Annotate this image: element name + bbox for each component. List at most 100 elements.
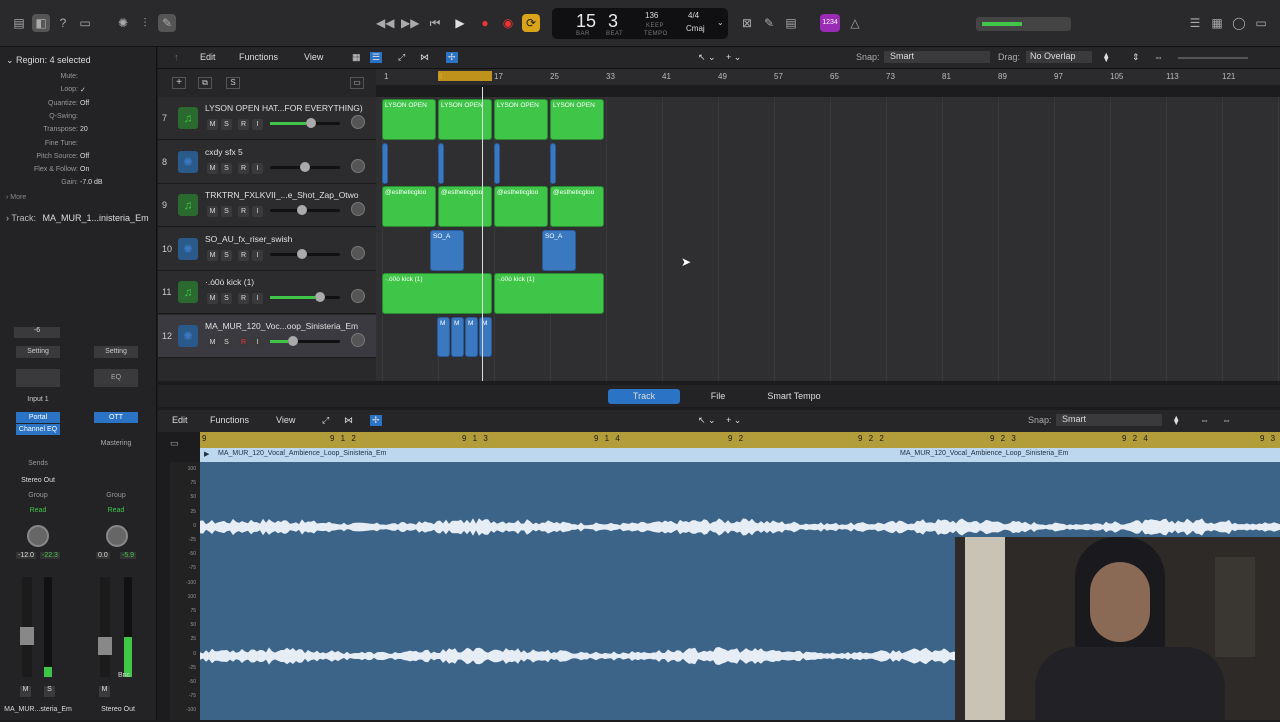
editor-ruler[interactable]: 9 9 1 2 9 1 3 9 1 4 9 2 9 2 2 9 2 3 9 2 4 9 3: [200, 432, 1280, 448]
region-sfx[interactable]: [494, 143, 500, 184]
list-editors-icon[interactable]: ☰: [1186, 14, 1204, 32]
play-icon[interactable]: ▶: [451, 14, 469, 32]
region-hat[interactable]: LYSON OPEN: [438, 99, 492, 140]
setting-button[interactable]: Setting: [16, 346, 60, 358]
output-button[interactable]: Stereo Out: [16, 477, 60, 484]
audio-region-header[interactable]: ▶ MA_MUR_120_Vocal_Ambience_Loop_Siniste…: [200, 448, 1280, 462]
count-in-button[interactable]: 1234: [820, 14, 840, 32]
region-vocal[interactable]: M: [437, 317, 450, 357]
region-hat[interactable]: LYSON OPEN: [494, 99, 548, 140]
midi-track-icon[interactable]: ♫: [178, 107, 198, 129]
play-region-icon[interactable]: ▶: [204, 450, 209, 458]
mute-button[interactable]: M: [207, 249, 218, 261]
record-enable-button[interactable]: R: [238, 293, 249, 304]
mute-button[interactable]: M: [99, 686, 110, 697]
edit-menu[interactable]: Edit: [172, 415, 188, 425]
automation-icon[interactable]: ⤢: [398, 52, 405, 63]
go-to-start-icon[interactable]: ⏮: [426, 14, 444, 32]
mute-button[interactable]: M: [207, 162, 218, 174]
rewind-icon[interactable]: ◀◀: [376, 14, 394, 32]
flex-icon[interactable]: ⋈: [420, 52, 429, 63]
fader-handle[interactable]: [20, 627, 34, 645]
track-header-row[interactable]: 9 ♫ TRKTRN_FXLKVII_...e_Shot_Zap_Otwo M S R I: [158, 184, 376, 227]
pan-knob[interactable]: [27, 525, 49, 547]
horizontal-zoom-icon[interactable]: ⇔: [1200, 415, 1209, 425]
grid-icon[interactable]: ▦: [352, 52, 361, 63]
library-icon[interactable]: ▤: [10, 14, 28, 32]
slider-handle[interactable]: [288, 335, 298, 346]
record-enable-button[interactable]: R: [238, 249, 249, 261]
input-button[interactable]: Input 1: [16, 396, 60, 407]
pan-knob[interactable]: [351, 332, 365, 347]
input-monitor-button[interactable]: I: [252, 249, 263, 261]
snap-select[interactable]: Smart: [1056, 414, 1162, 426]
pan-knob[interactable]: [351, 158, 365, 173]
pan-knob[interactable]: [351, 289, 365, 303]
region-hat[interactable]: LYSON OPEN: [550, 99, 604, 140]
automation-icon[interactable]: ⤢: [322, 415, 329, 426]
track-volume-slider[interactable]: [270, 248, 340, 259]
solo-button[interactable]: S: [221, 206, 232, 217]
chevron-down-icon[interactable]: ⌄: [717, 18, 724, 27]
metronome-pen-icon[interactable]: ✎: [760, 14, 778, 32]
solo-button[interactable]: S: [44, 686, 55, 697]
region-kick[interactable]: ·.ȯ0ȯ kick (1): [382, 273, 492, 314]
track-name[interactable]: SO_AU_fx_riser_swish: [205, 234, 292, 244]
list-view-icon[interactable]: ☰: [370, 52, 383, 63]
region-riser[interactable]: SO_A: [542, 230, 576, 271]
editor-view-icon[interactable]: ▭: [170, 438, 190, 452]
track-volume-slider[interactable]: [270, 335, 340, 346]
more-toggle[interactable]: › More: [6, 194, 26, 201]
automation-read-button[interactable]: Read: [94, 507, 138, 514]
global-tracks-icon[interactable]: ▭: [350, 77, 364, 89]
track-name[interactable]: MA_MUR_120_Voc...oop_Sinisteria_Em: [205, 321, 358, 331]
record-icon[interactable]: ●: [476, 14, 494, 32]
group-button[interactable]: Group: [94, 492, 138, 499]
smart-controls-icon[interactable]: ✺: [114, 14, 132, 32]
record-enable-button[interactable]: R: [238, 162, 249, 174]
waveform-zoom-icon[interactable]: ⧫: [1174, 415, 1178, 426]
pan-knob[interactable]: [351, 115, 365, 129]
notepad-icon[interactable]: ▦: [1208, 14, 1226, 32]
track-header[interactable]: › Track: MA_MUR_1...inisteria_Em: [6, 213, 149, 223]
track-name[interactable]: TRKTRN_FXLKVII_...e_Shot_Zap_Otwo: [205, 190, 359, 200]
tab-smart-tempo[interactable]: Smart Tempo: [758, 389, 830, 404]
input-monitor-button[interactable]: I: [252, 336, 263, 348]
slider-handle[interactable]: [306, 118, 316, 128]
track-header-row[interactable]: 12 ✺ MA_MUR_120_Voc...oop_Sinisteria_Em M S R…: [158, 314, 376, 358]
solo-button[interactable]: S: [221, 293, 232, 304]
input-monitor-button[interactable]: I: [252, 293, 263, 304]
tab-track[interactable]: Track: [608, 389, 680, 404]
duplicate-track-icon[interactable]: ⧉: [198, 77, 212, 89]
input-monitor-button[interactable]: I: [252, 162, 263, 174]
functions-menu[interactable]: Functions: [210, 415, 249, 425]
horizontal-zoom-icon[interactable]: ⇔: [1154, 52, 1163, 62]
tuner-icon[interactable]: ⊠: [738, 14, 756, 32]
mixer-icon[interactable]: ⫶: [136, 14, 154, 32]
input-gain-field[interactable]: -6: [14, 327, 60, 338]
vertical-zoom-icon[interactable]: ⇕: [1132, 52, 1140, 63]
midi-track-icon[interactable]: ♫: [178, 281, 198, 303]
region-vocal[interactable]: M: [465, 317, 478, 357]
solo-filter-button[interactable]: S: [226, 77, 240, 89]
solo-button[interactable]: S: [221, 162, 232, 174]
secondary-tool-icon[interactable]: + ⌄: [726, 52, 741, 63]
slider-handle[interactable]: [315, 292, 325, 302]
metronome-icon[interactable]: △: [846, 14, 864, 32]
inspector-icon[interactable]: ◧: [32, 14, 50, 32]
editors-icon[interactable]: ✎: [158, 14, 176, 32]
slider-handle[interactable]: [297, 205, 307, 215]
bounce-button[interactable]: Bnc: [118, 672, 130, 679]
eq-thumbnail[interactable]: [16, 369, 60, 387]
plugin-ott[interactable]: OTT: [94, 412, 138, 423]
back-icon[interactable]: ↑: [174, 52, 179, 62]
mute-button[interactable]: M: [20, 686, 31, 697]
zoom-slider[interactable]: [1178, 57, 1248, 59]
add-track-button[interactable]: +: [172, 77, 186, 89]
region-sfx[interactable]: [550, 143, 556, 184]
track-name[interactable]: ·.ȯ0ȯ kick (1): [205, 277, 254, 287]
catch-icon[interactable]: ✢: [370, 415, 382, 426]
track-header-row[interactable]: 11 ♫ ·.ȯ0ȯ kick (1) M S R I: [158, 271, 376, 314]
track-name[interactable]: cxdy sfx 5: [205, 147, 243, 157]
solo-button[interactable]: S: [221, 119, 232, 130]
